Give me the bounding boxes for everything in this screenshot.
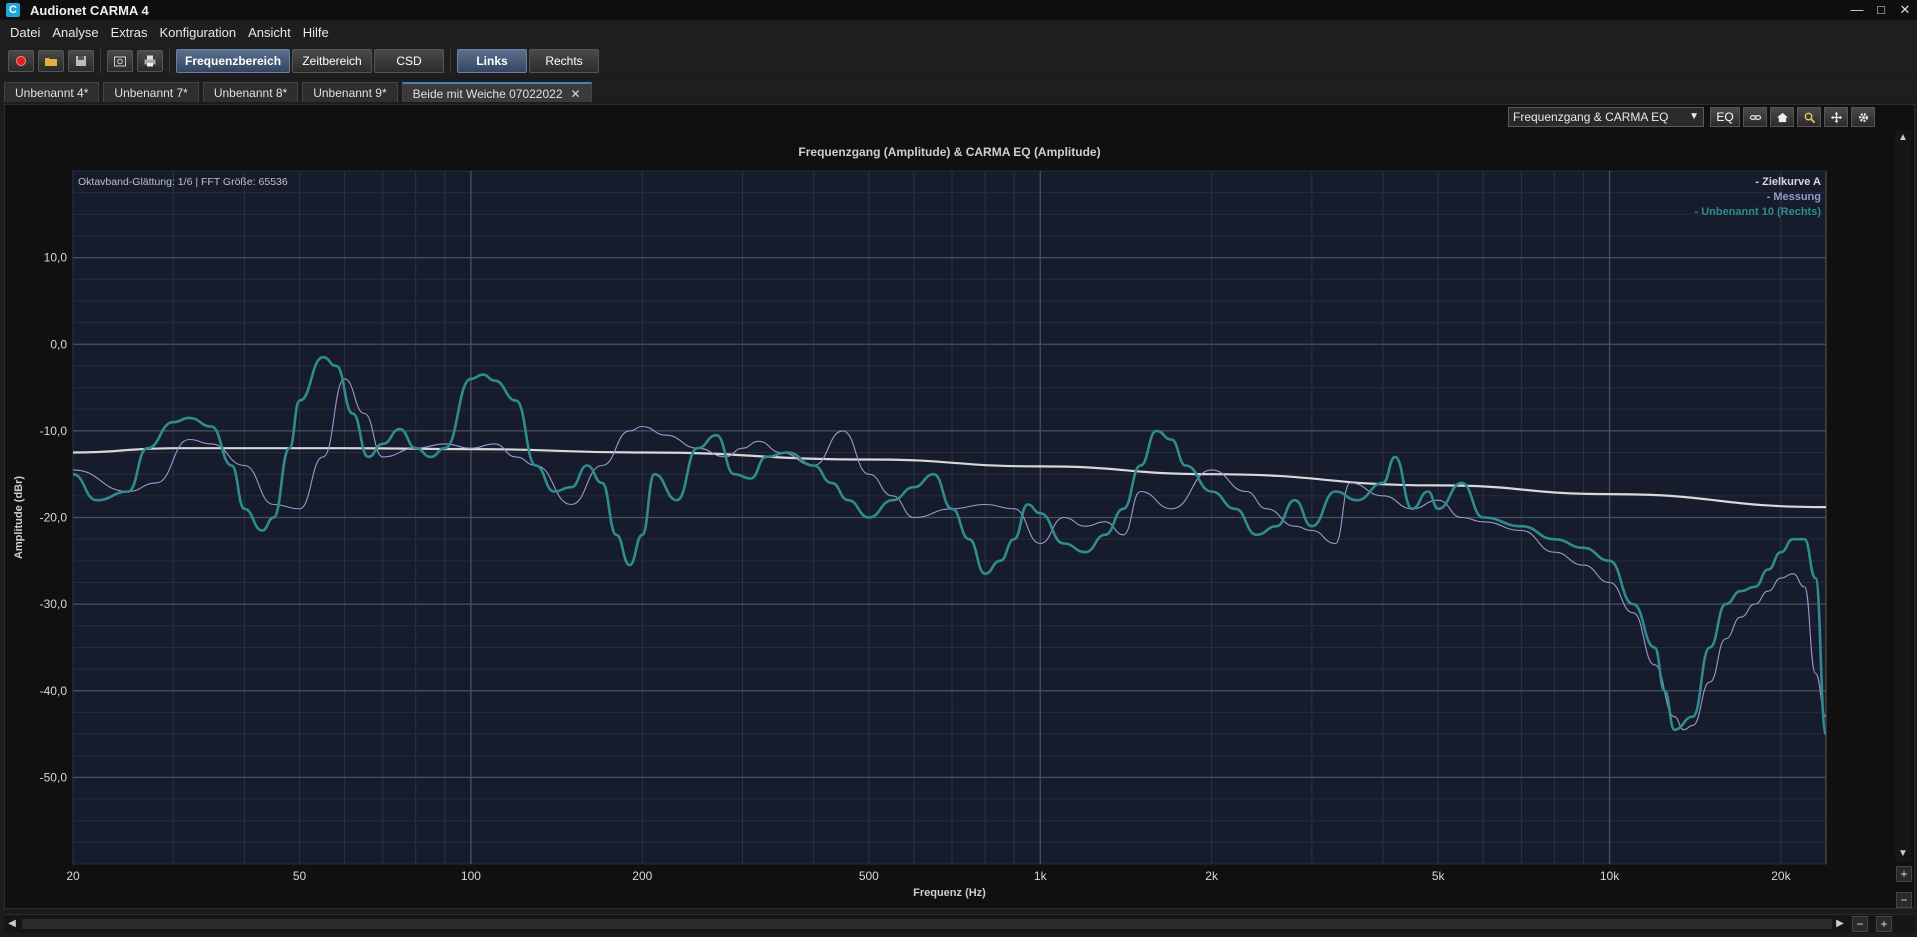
zoom-in-horizontal-button[interactable]: + bbox=[1876, 916, 1892, 932]
x-axis-label: Frequenz (Hz) bbox=[913, 887, 986, 899]
zoom-out-horizontal-button[interactable]: − bbox=[1852, 916, 1868, 932]
scroll-up-icon[interactable]: ▲ bbox=[1895, 130, 1911, 146]
x-tick-label: 5k bbox=[1432, 869, 1446, 883]
y-tick-label: -50,0 bbox=[40, 770, 68, 784]
x-tick-label: 10k bbox=[1600, 869, 1620, 883]
y-tick-label: -20,0 bbox=[40, 511, 68, 525]
y-tick-label: 0,0 bbox=[50, 337, 67, 351]
x-tick-label: 500 bbox=[859, 869, 879, 883]
scroll-down-icon[interactable]: ▼ bbox=[1895, 846, 1911, 862]
frequency-response-chart[interactable]: 20 50 100 200 500 1k 2k 5k 10k 20k 10,0 0,0 -10,0 -20… bbox=[0, 0, 1917, 937]
zoom-in-vertical-button[interactable]: + bbox=[1896, 866, 1912, 882]
y-tick-label: 10,0 bbox=[44, 251, 68, 265]
scroll-right-icon[interactable]: ▶ bbox=[1832, 915, 1848, 933]
x-tick-label: 2k bbox=[1205, 869, 1219, 883]
zoom-out-vertical-button[interactable]: − bbox=[1896, 892, 1912, 908]
y-tick-label: -10,0 bbox=[40, 424, 68, 438]
x-tick-label: 50 bbox=[293, 869, 307, 883]
legend-entry: - Unbenannt 10 (Rechts) bbox=[1694, 206, 1821, 218]
y-tick-label: -40,0 bbox=[40, 684, 68, 698]
chart-title: Frequenzgang (Amplitude) & CARMA EQ (Amp… bbox=[798, 145, 1100, 159]
x-tick-label: 1k bbox=[1034, 869, 1048, 883]
x-tick-label: 20 bbox=[66, 869, 80, 883]
legend-entry: - Messung bbox=[1767, 191, 1821, 203]
chart-subtitle: Oktavband-Glättung: 1/6 | FFT Größe: 655… bbox=[78, 176, 288, 188]
x-tick-label: 100 bbox=[461, 869, 481, 883]
horizontal-scrollbar[interactable]: ◀ ▶ − + bbox=[4, 914, 1915, 933]
x-tick-label: 200 bbox=[632, 869, 652, 883]
horizontal-scroll-thumb[interactable] bbox=[22, 919, 1832, 929]
y-tick-label: -30,0 bbox=[40, 597, 68, 611]
y-axis-label: Amplitude (dBr) bbox=[13, 476, 25, 559]
vertical-scrollbar[interactable]: ▲ ▼ bbox=[1895, 130, 1911, 862]
legend-entry: - Zielkurve A bbox=[1755, 176, 1821, 188]
x-tick-label: 20k bbox=[1771, 869, 1791, 883]
scroll-left-icon[interactable]: ◀ bbox=[4, 915, 20, 933]
